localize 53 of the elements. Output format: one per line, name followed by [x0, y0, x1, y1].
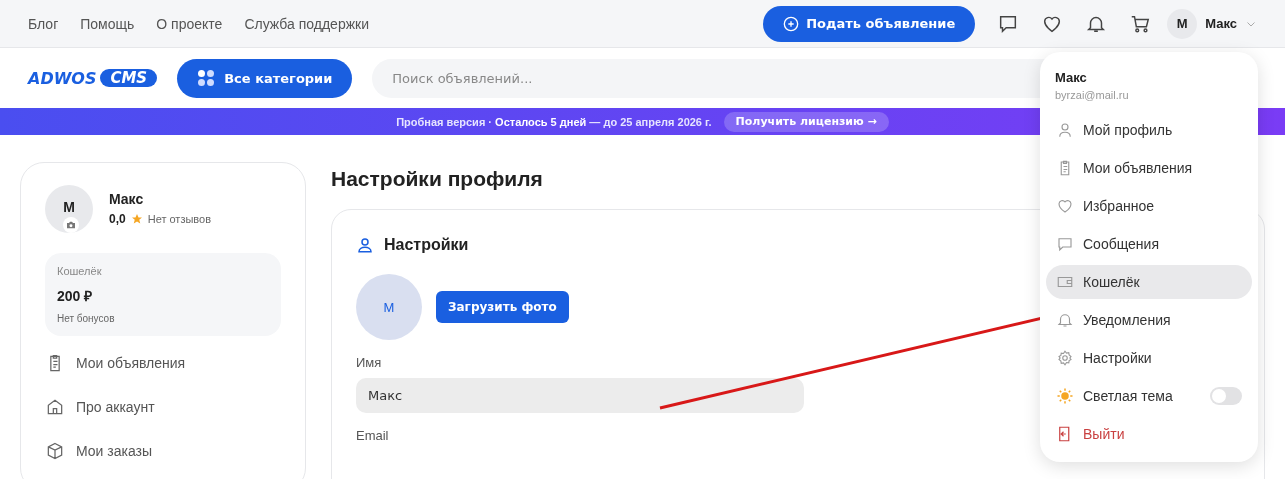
reviews-count: Нет отзывов — [147, 213, 212, 225]
page-title: Настройки профиля — [331, 167, 543, 191]
field-label: Имя — [356, 355, 382, 370]
input-field[interactable]: Макс — [356, 378, 804, 413]
camera-icon[interactable] — [63, 217, 79, 233]
person-icon — [1056, 121, 1074, 139]
top-nav-link[interactable]: Служба поддержки — [244, 15, 369, 32]
top-nav-link[interactable]: О проекте — [156, 15, 223, 32]
menu-user-name: Макс — [1054, 70, 1088, 85]
chat-icon — [1056, 235, 1074, 253]
menu-item[interactable]: Избранное — [1046, 189, 1252, 223]
post-ad-button[interactable]: Подать объявление — [763, 5, 976, 42]
bell-icon — [1056, 311, 1074, 329]
person-icon — [356, 236, 374, 254]
sidebar-item[interactable]: Про аккаунт — [76, 399, 155, 415]
wallet-label: Кошелёк — [57, 265, 103, 277]
menu-item[interactable]: Мои объявления — [1046, 151, 1252, 185]
sidebar-item[interactable]: Мои заказы — [76, 443, 153, 459]
get-license-button[interactable]: Получить лицензию → — [723, 111, 889, 132]
menu-item[interactable]: Кошелёк — [1046, 265, 1252, 299]
gear-icon — [1056, 349, 1074, 367]
menu-item[interactable]: Мой профиль — [1046, 113, 1252, 147]
plus-circle-icon — [783, 15, 800, 32]
section-title: Настройки — [384, 236, 469, 254]
grid-dots-icon — [197, 69, 216, 87]
user-avatar[interactable]: M — [1167, 8, 1198, 39]
trial-text: Пробная версия · Осталось 5 дней — до 25 апреля 2026 г. — [396, 115, 712, 128]
sun-icon — [1056, 387, 1074, 405]
profile-avatar[interactable]: M — [45, 185, 93, 233]
rating-value: 0,0 — [109, 212, 126, 226]
sidebar-item[interactable]: Мои объявления — [76, 355, 186, 371]
profile-name: Макс — [109, 191, 145, 207]
user-name[interactable]: Макс — [1205, 16, 1237, 31]
categories-button[interactable]: Все категории — [177, 58, 353, 98]
heart-icon — [1056, 197, 1074, 215]
field-label: Email — [356, 428, 389, 443]
star-icon — [130, 213, 143, 225]
menu-item[interactable]: Настройки — [1046, 341, 1252, 375]
house-icon — [45, 397, 65, 417]
top-nav-link[interactable]: Помощь — [80, 15, 135, 32]
logo[interactable]: ADWOS CMS — [28, 68, 158, 88]
theme-toggle[interactable] — [1210, 387, 1242, 405]
menu-item[interactable]: Светлая тема — [1046, 379, 1252, 413]
menu-user-email: byrzai@mail.ru — [1054, 89, 1130, 101]
menu-item[interactable]: Уведомления — [1046, 303, 1252, 337]
top-nav-link[interactable]: Блог — [28, 15, 59, 32]
menu-item[interactable]: Выйти — [1046, 417, 1252, 451]
menu-item[interactable]: Сообщения — [1046, 227, 1252, 261]
wallet-amount: 200 ₽ — [57, 287, 94, 305]
wallet-bonus: Нет бонусов — [57, 313, 116, 324]
avatar-circle: M — [356, 274, 422, 340]
upload-photo-button[interactable]: Загрузить фото — [436, 291, 569, 323]
box-icon — [45, 441, 65, 461]
